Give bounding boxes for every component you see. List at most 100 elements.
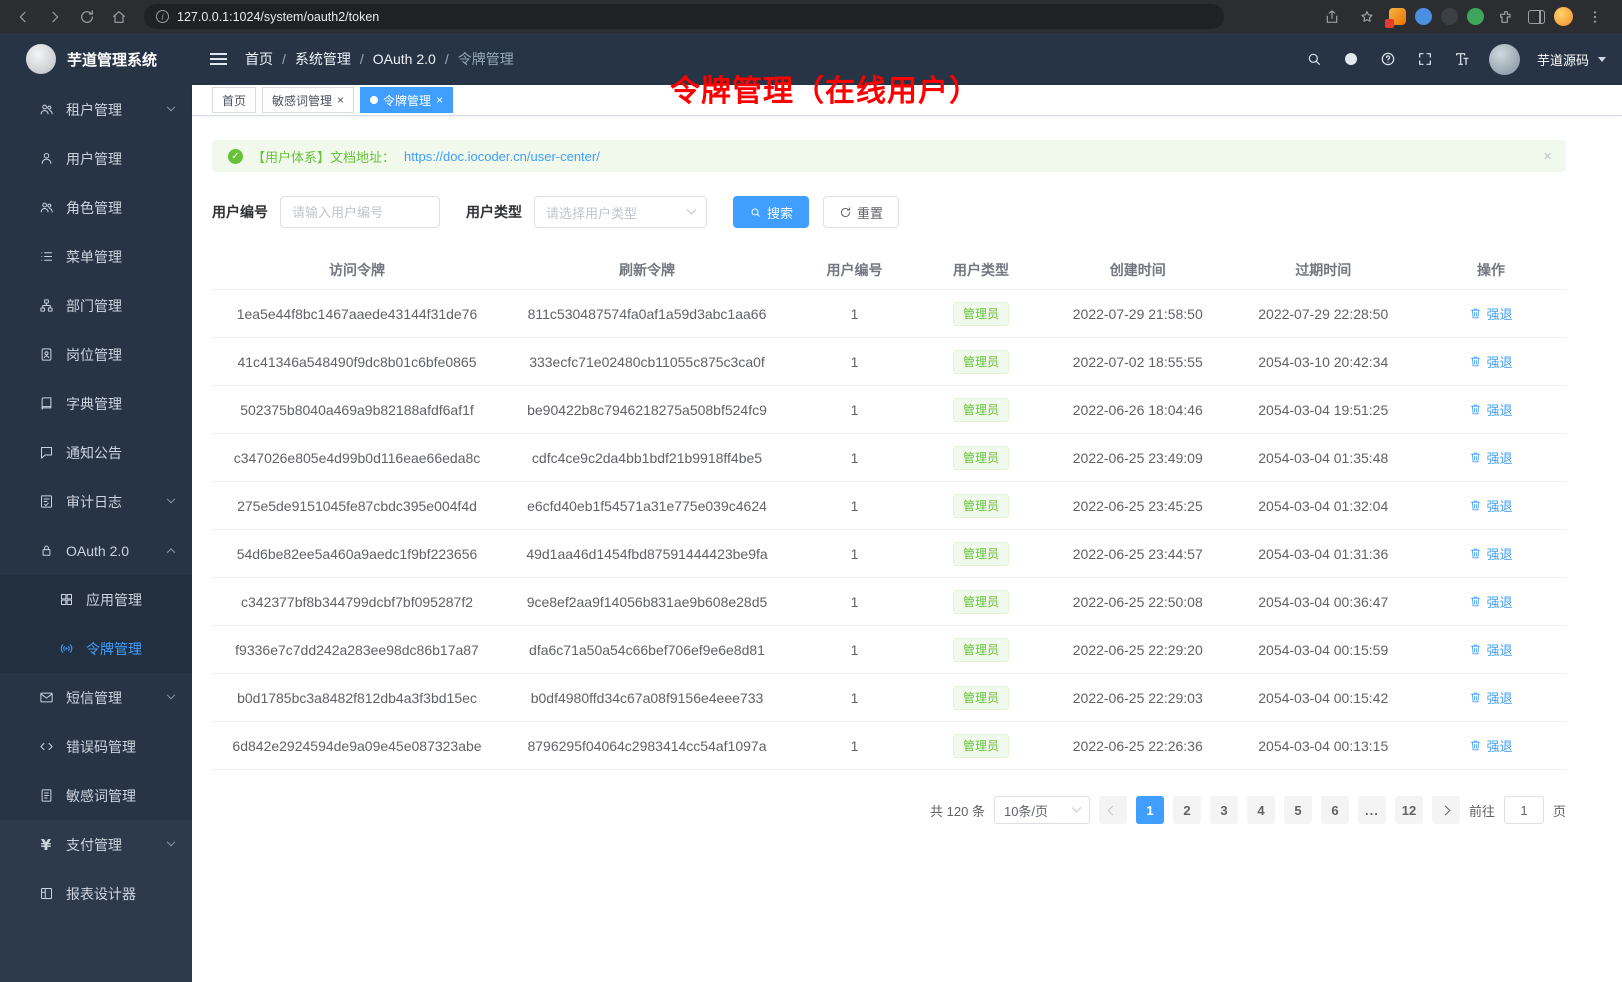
breadcrumb-home[interactable]: 首页 <box>245 49 273 69</box>
sidebar-item-dict[interactable]: 字典管理 <box>0 379 192 428</box>
page-button-1[interactable]: 1 <box>1136 796 1164 824</box>
app-logo[interactable]: 芋道管理系统 <box>0 33 192 85</box>
sidebar-item-tenant[interactable]: 租户管理 <box>0 85 192 134</box>
app-root: 芋道管理系统 租户管理 用户管理 角色管理 菜单管理 部门管理 <box>0 33 1622 982</box>
sidebar-item-report-designer[interactable]: 报表设计器 <box>0 869 192 918</box>
goto-page-input[interactable] <box>1504 796 1544 824</box>
close-icon[interactable] <box>436 94 443 106</box>
browser-forward-icon[interactable] <box>42 4 68 30</box>
extension-badge-icon[interactable] <box>1389 8 1406 25</box>
sidebar-item-oauth2-app[interactable]: 应用管理 <box>0 575 192 624</box>
prev-page-button[interactable] <box>1099 796 1127 824</box>
table-row: 6d842e2924594de9a09e45e087323abe 8796295… <box>212 722 1566 770</box>
sidebar-item-dept[interactable]: 部门管理 <box>0 281 192 330</box>
sidebar: 芋道管理系统 租户管理 用户管理 角色管理 菜单管理 部门管理 <box>0 33 192 982</box>
sidebar-item-oauth2-token[interactable]: 令牌管理 <box>0 624 192 673</box>
sidebar-item-menu[interactable]: 菜单管理 <box>0 232 192 281</box>
sidebar-item-role[interactable]: 角色管理 <box>0 183 192 232</box>
logo-image <box>26 44 56 74</box>
sidebar-item-notice[interactable]: 通知公告 <box>0 428 192 477</box>
user-type-select[interactable]: 请选择用户类型 <box>534 196 707 228</box>
username[interactable]: 芋道源码 <box>1537 50 1589 69</box>
extension-blue-icon[interactable] <box>1415 8 1432 25</box>
table-row: 41c41346a548490f9dc8b01c6bfe0865 333ecfc… <box>212 338 1566 386</box>
font-size-icon[interactable] <box>1452 49 1472 69</box>
table-row: 54d6be82ee5a460a9aedc1f9bf223656 49d1aa4… <box>212 530 1566 578</box>
page-button-last[interactable]: 12 <box>1395 796 1423 824</box>
dropdown-caret-icon[interactable] <box>1598 57 1606 62</box>
col-expired-at: 过期时间 <box>1231 260 1417 280</box>
browser-menu-dots-icon[interactable] <box>1582 4 1608 30</box>
browser-back-icon[interactable] <box>10 4 36 30</box>
force-logout-button[interactable]: 强退 <box>1469 496 1512 515</box>
user-type-badge: 管理员 <box>953 494 1009 518</box>
page-button-5[interactable]: 5 <box>1284 796 1312 824</box>
search-icon <box>749 206 762 219</box>
pagination: 共 120 条 10条/页 1 2 3 4 5 6 ... 12 前往 页 <box>212 796 1566 824</box>
extensions-puzzle-icon[interactable] <box>1493 4 1519 30</box>
force-logout-button[interactable]: 强退 <box>1469 736 1512 755</box>
url-text[interactable]: 127.0.0.1:1024/system/oauth2/token <box>177 10 379 24</box>
breadcrumb-oauth2[interactable]: OAuth 2.0 <box>373 51 436 67</box>
pages-ellipsis[interactable]: ... <box>1358 796 1386 824</box>
doc-link[interactable]: https://doc.iocoder.cn/user-center/ <box>404 149 600 164</box>
force-logout-button[interactable]: 强退 <box>1469 448 1512 467</box>
page-button-3[interactable]: 3 <box>1210 796 1238 824</box>
sidebar-collapse-icon[interactable] <box>210 53 227 65</box>
sidebar-item-post[interactable]: 岗位管理 <box>0 330 192 379</box>
yen-icon: ¥ <box>38 837 54 853</box>
browser-profile-avatar[interactable] <box>1554 7 1573 26</box>
force-logout-button[interactable]: 强退 <box>1469 304 1512 323</box>
user-id-input[interactable] <box>280 196 440 228</box>
tab-home[interactable]: 首页 <box>212 87 256 113</box>
page-size-select[interactable]: 10条/页 <box>994 796 1090 824</box>
share-icon[interactable] <box>1319 4 1345 30</box>
token-table: 访问令牌 刷新令牌 用户编号 用户类型 创建时间 过期时间 操作 1ea5e44… <box>212 250 1566 770</box>
sidebar-item-sensitive-word[interactable]: 敏感词管理 <box>0 771 192 820</box>
user-avatar[interactable] <box>1489 44 1520 75</box>
site-info-icon[interactable]: i <box>156 10 169 23</box>
bookmark-star-icon[interactable] <box>1354 4 1380 30</box>
next-page-button[interactable] <box>1432 796 1460 824</box>
trash-icon <box>1469 499 1482 512</box>
tab-token[interactable]: 令牌管理 <box>360 87 453 113</box>
page-button-6[interactable]: 6 <box>1321 796 1349 824</box>
search-icon[interactable] <box>1304 49 1324 69</box>
force-logout-button[interactable]: 强退 <box>1469 592 1512 611</box>
force-logout-button[interactable]: 强退 <box>1469 688 1512 707</box>
extension-green-icon[interactable] <box>1467 8 1484 25</box>
reset-button[interactable]: 重置 <box>823 196 899 228</box>
cell-expired-at: 2022-07-29 22:28:50 <box>1231 306 1417 322</box>
sidebar-item-user[interactable]: 用户管理 <box>0 134 192 183</box>
sidebar-item-label: OAuth 2.0 <box>66 543 129 559</box>
cell-action: 强退 <box>1416 400 1566 419</box>
close-icon[interactable] <box>337 94 344 106</box>
browser-reload-icon[interactable] <box>74 4 100 30</box>
sidebar-item-audit-log[interactable]: 审计日志 <box>0 477 192 526</box>
force-logout-button[interactable]: 强退 <box>1469 640 1512 659</box>
force-logout-button[interactable]: 强退 <box>1469 544 1512 563</box>
sidebar-item-sms[interactable]: 短信管理 <box>0 673 192 722</box>
success-check-icon <box>228 149 243 164</box>
search-button[interactable]: 搜索 <box>733 196 809 228</box>
page-button-2[interactable]: 2 <box>1173 796 1201 824</box>
address-bar[interactable]: i 127.0.0.1:1024/system/oauth2/token <box>144 4 1224 29</box>
force-logout-button[interactable]: 强退 <box>1469 352 1512 371</box>
oauth-lock-icon <box>38 543 54 559</box>
doc-alert: 【用户体系】文档地址： https://doc.iocoder.cn/user-… <box>212 140 1566 172</box>
cell-access-token: c342377bf8b344799dcbf7bf095287f2 <box>212 594 502 610</box>
sidebar-item-error-code[interactable]: 错误码管理 <box>0 722 192 771</box>
page-button-4[interactable]: 4 <box>1247 796 1275 824</box>
browser-home-icon[interactable] <box>106 4 132 30</box>
tab-sensitive-word[interactable]: 敏感词管理 <box>262 87 354 113</box>
force-logout-button[interactable]: 强退 <box>1469 400 1512 419</box>
extension-dark-icon[interactable] <box>1441 8 1458 25</box>
github-icon[interactable] <box>1341 49 1361 69</box>
alert-close-icon[interactable] <box>1543 148 1552 165</box>
sidebar-item-payment[interactable]: ¥ 支付管理 <box>0 820 192 869</box>
breadcrumb-system[interactable]: 系统管理 <box>295 49 351 69</box>
sidebar-item-oauth2[interactable]: OAuth 2.0 <box>0 526 192 575</box>
side-panel-icon[interactable] <box>1528 10 1545 24</box>
fullscreen-icon[interactable] <box>1415 49 1435 69</box>
help-icon[interactable] <box>1378 49 1398 69</box>
